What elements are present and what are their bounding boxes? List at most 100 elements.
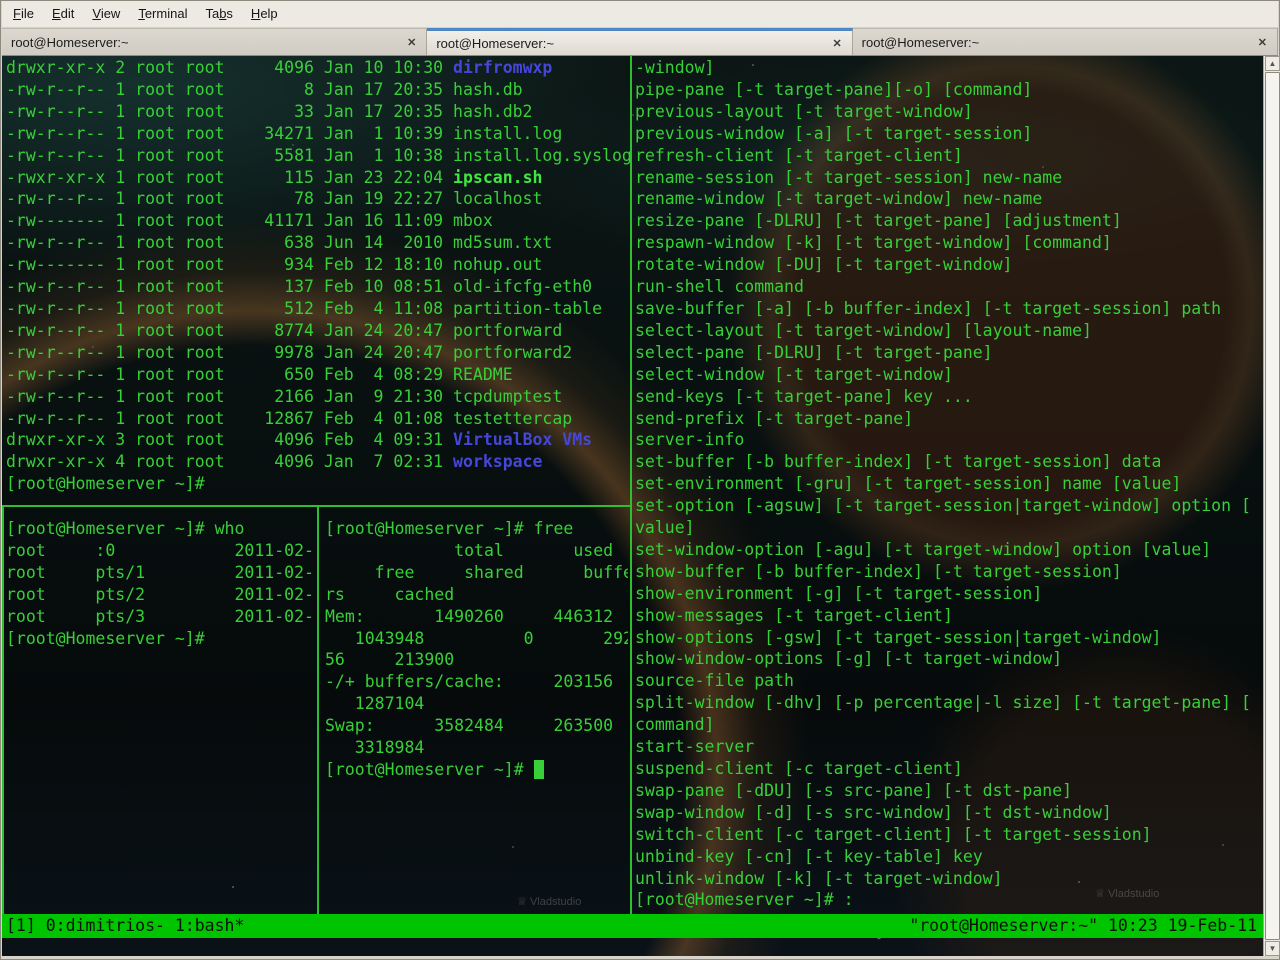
terminal-line: rs cached: [325, 584, 455, 604]
terminal-line: source-file path: [635, 671, 794, 691]
terminal-line: Mem: 1490260 446312: [325, 606, 614, 626]
tab-3[interactable]: root@Homeserver:~ ✕: [852, 28, 1278, 55]
terminal-line: run-shell command: [635, 277, 804, 297]
terminal-line: -rw-r--r-- 1 root root 650 Feb 4 08:29 R…: [6, 364, 513, 384]
terminal-line: -window]: [635, 58, 715, 77]
menu-tabs[interactable]: Tabs: [196, 1, 241, 27]
tmux-pane-border-vertical-mid: [317, 507, 319, 914]
terminal-line: swap-window [-d] [-s src-window] [-t dst…: [635, 802, 1112, 822]
terminal-line: set-environment [-gru] [-t target-sessio…: [635, 474, 1182, 494]
terminal-line: rotate-window [-DU] [-t target-window]: [635, 255, 1013, 275]
terminal-line: 1287104: [325, 694, 425, 714]
terminal-line: rename-session [-t target-session] new-n…: [635, 167, 1063, 187]
terminal-line: total used: [325, 540, 614, 560]
terminal-line: show-buffer [-b buffer-index] [-t target…: [635, 561, 1122, 581]
tab-close-icon[interactable]: ✕: [402, 35, 421, 50]
scroll-down-icon[interactable]: ▼: [1265, 941, 1280, 956]
terminal-window: File Edit View Terminal Tabs Help root@Homese…: [0, 0, 1280, 960]
terminal-line: rename-window [-t target-window] new-nam…: [635, 189, 1043, 209]
terminal-line: refresh-client [-t target-client]: [635, 145, 963, 165]
terminal-line: root pts/2 2011-02-1: [6, 584, 314, 604]
tab-bar: root@Homeserver:~ ✕ root@Homeserver:~ ✕ root…: [2, 28, 1278, 56]
terminal-area[interactable]: drwxr-xr-x 2 root root 4096 Jan 10 10:30…: [2, 56, 1263, 956]
terminal-line: -rw------- 1 root root 41171 Jan 16 11:0…: [6, 211, 493, 231]
terminal-line: show-window-options [-g] [-t target-wind…: [635, 649, 1063, 669]
tab-close-icon[interactable]: ✕: [1253, 35, 1272, 50]
scrollbar-thumb[interactable]: [1265, 72, 1280, 940]
terminal-line: -rw-r--r-- 1 root root 12867 Feb 4 01:08…: [6, 408, 573, 428]
menu-bar: File Edit View Terminal Tabs Help: [2, 1, 1278, 28]
terminal-line: -rw-r--r-- 1 root root 5581 Jan 1 10:38 …: [6, 145, 630, 165]
terminal-line: respawn-window [-k] [-t target-window] […: [635, 233, 1112, 253]
terminal-line: set-buffer [-b buffer-index] [-t target-…: [635, 452, 1162, 472]
terminal-line: drwxr-xr-x 4 root root 4096 Jan 7 02:31 …: [6, 452, 543, 472]
tmux-status-session-clock: "root@Homeserver:~" 10:23 19-Feb-11: [909, 916, 1257, 935]
pane-tmux-help[interactable]: -window] pipe-pane [-t target-pane][-o] […: [635, 57, 1262, 913]
terminal-line: -rw-r--r-- 1 root root 8 Jan 17 20:35 ha…: [6, 79, 523, 99]
terminal-line: free shared buffe: [325, 562, 628, 582]
terminal-line: split-window [-dhv] [-p percentage|-l si…: [635, 693, 1251, 713]
terminal-line: previous-layout [-t target-window]: [635, 101, 973, 121]
tmux-status-windows: [1] 0:dimitrios- 1:bash*: [6, 916, 245, 935]
terminal-line: save-buffer [-a] [-b buffer-index] [-t t…: [635, 298, 1222, 318]
terminal-line: show-options [-gsw] [-t target-session|t…: [635, 627, 1162, 647]
tab-close-icon[interactable]: ✕: [827, 36, 846, 51]
terminal-line: -/+ buffers/cache: 203156: [325, 672, 614, 692]
terminal-line: [root@Homeserver ~]# who: [6, 519, 245, 538]
terminal-line: [root@Homeserver ~]# free: [325, 519, 574, 538]
terminal-line: [root@Homeserver ~]#: [325, 759, 628, 781]
tab-title: root@Homeserver:~: [436, 35, 554, 51]
terminal-line: select-pane [-DLRU] [-t target-pane]: [635, 342, 993, 362]
terminal-line: Swap: 3582484 263500: [325, 716, 614, 736]
terminal-line: root :0 2011-02-1: [6, 540, 314, 560]
tab-2[interactable]: root@Homeserver:~ ✕: [427, 28, 853, 55]
scroll-up-icon[interactable]: ▲: [1265, 56, 1280, 71]
terminal-line: [root@Homeserver ~]#: [6, 628, 205, 648]
terminal-line: -rw-r--r-- 1 root root 78 Jan 19 22:27 l…: [6, 189, 543, 209]
terminal-line: show-messages [-t target-client]: [635, 605, 953, 625]
terminal-line: -rw-r--r-- 1 root root 2166 Jan 9 21:30 …: [6, 386, 563, 406]
terminal-line: value]: [635, 518, 695, 538]
terminal-line: pipe-pane [-t target-pane][-o] [command]: [635, 79, 1033, 99]
tab-title: root@Homeserver:~: [861, 34, 980, 50]
terminal-line: unlink-window [-k] [-t target-window]: [635, 868, 1003, 888]
terminal-line: drwxr-xr-x 3 root root 4096 Feb 4 09:31 …: [6, 430, 593, 450]
terminal-line: -rw-r--r-- 1 root root 8774 Jan 24 20:47…: [6, 320, 563, 340]
tmux-pane-border-vertical-left: [2, 507, 4, 914]
terminal-line: show-environment [-g] [-t target-session…: [635, 583, 1043, 603]
terminal-line: -rw-r--r-- 1 root root 512 Feb 4 11:08 p…: [6, 298, 603, 318]
menu-help[interactable]: Help: [242, 1, 287, 27]
pane-file-listing[interactable]: drwxr-xr-x 2 root root 4096 Jan 10 10:30…: [6, 57, 630, 504]
terminal-line: unbind-key [-cn] [-t key-table] key: [635, 846, 983, 866]
terminal-line: [root@Homeserver ~]#: [6, 474, 205, 494]
terminal-line: server-info: [635, 430, 745, 450]
tab-1[interactable]: root@Homeserver:~ ✕: [2, 28, 428, 55]
scrollbar[interactable]: ▲ ▼: [1263, 56, 1280, 956]
menu-terminal[interactable]: Terminal: [129, 1, 196, 27]
terminal-line: -rw-r--r-- 1 root root 638 Jun 14 2010 m…: [6, 233, 553, 253]
pane-who[interactable]: [root@Homeserver ~]# who root :0 2011-02-…: [6, 518, 314, 912]
terminal-line: select-layout [-t target-window] [layout…: [635, 320, 1092, 340]
terminal-line: 1043948 0 292: [325, 628, 628, 648]
wallpaper-watermark: ♕ Vladstudio: [517, 896, 582, 908]
vladstudio-logo-icon: ♕: [1095, 888, 1105, 900]
pane-free[interactable]: [root@Homeserver ~]# free total used fre…: [325, 518, 628, 912]
terminal-line: resize-pane [-DLRU] [-t target-pane] [ad…: [635, 211, 1122, 231]
terminal-line: suspend-client [-c target-client]: [635, 759, 963, 778]
tab-title: root@Homeserver:~: [11, 34, 129, 50]
menu-view[interactable]: View: [83, 1, 129, 27]
terminal-line: swap-pane [-dDU] [-s src-pane] [-t dst-p…: [635, 780, 1073, 800]
menu-edit[interactable]: Edit: [43, 1, 83, 27]
menu-file[interactable]: File: [4, 1, 43, 27]
terminal-line: -rw------- 1 root root 934 Feb 12 18:10 …: [6, 255, 543, 275]
terminal-line: -rwxr-xr-x 1 root root 115 Jan 23 22:04 …: [6, 167, 543, 187]
terminal-line: switch-client [-c target-client] [-t tar…: [635, 824, 1152, 844]
wallpaper-watermark: ♕ Vladstudio: [1095, 888, 1160, 900]
terminal-line: previous-window [-a] [-t target-session]: [635, 123, 1033, 143]
terminal-line: root pts/3 2011-02-1: [6, 606, 314, 626]
terminal-line: -rw-r--r-- 1 root root 137 Feb 10 08:51 …: [6, 277, 593, 297]
terminal-line: -rw-r--r-- 1 root root 9978 Jan 24 20:47…: [6, 342, 573, 362]
terminal-line: -rw-r--r-- 1 root root 33 Jan 17 20:35 h…: [6, 101, 533, 121]
terminal-line: [root@Homeserver ~]# :: [635, 890, 854, 910]
terminal-line: start-server: [635, 737, 755, 757]
